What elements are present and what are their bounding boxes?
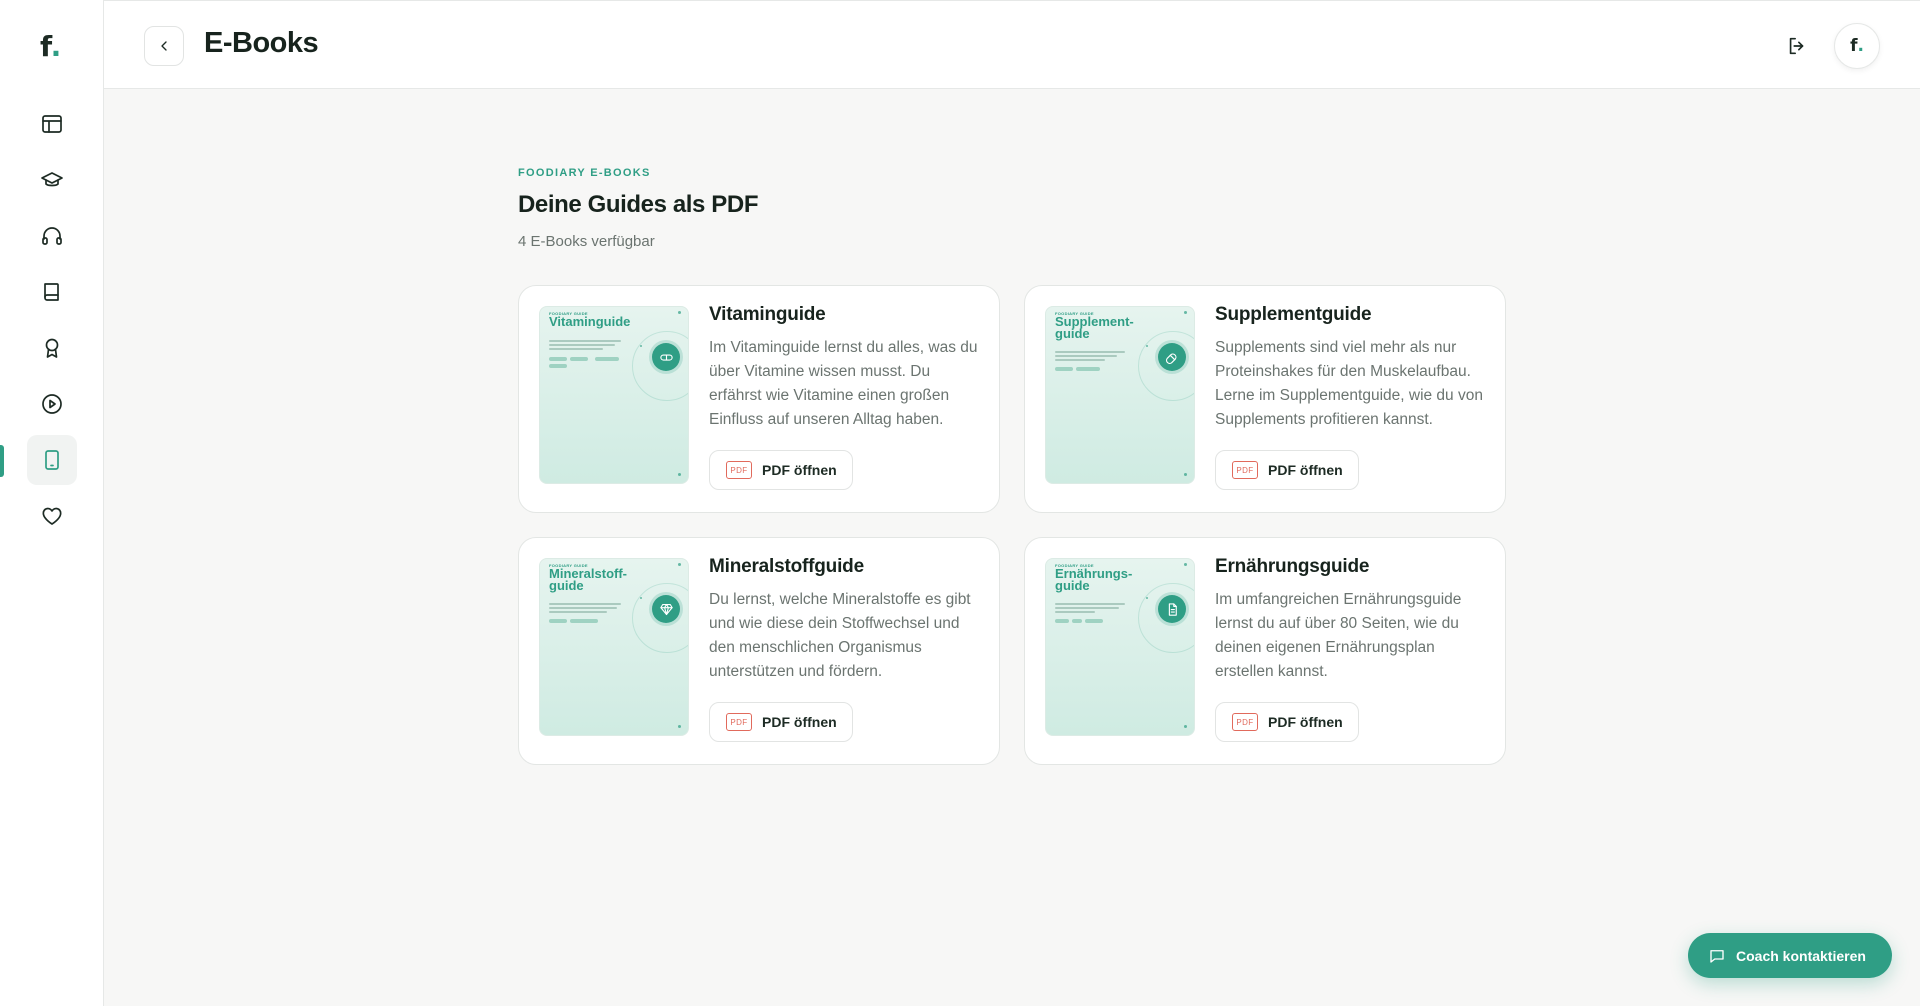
pill-icon (652, 343, 680, 371)
back-button[interactable] (144, 26, 184, 66)
ebook-cover[interactable]: FOODIARY GUIDE Ernährungs-guide (1045, 558, 1195, 736)
page-title: E-Books (204, 27, 319, 59)
graduation-cap-icon (41, 172, 63, 187)
open-pdf-label: PDF öffnen (762, 462, 837, 478)
ebook-cover[interactable]: FOODIARY GUIDE Supplement-guide (1045, 306, 1195, 484)
ebook-title: Supplementguide (1215, 304, 1372, 325)
pdf-icon: PDF (1232, 713, 1258, 731)
open-pdf-label: PDF öffnen (762, 714, 837, 730)
ebook-cover[interactable]: FOODIARY GUIDE Vitaminguide (539, 306, 689, 484)
sidebar-item-academy[interactable] (27, 155, 77, 205)
open-pdf-label: PDF öffnen (1268, 714, 1343, 730)
open-pdf-label: PDF öffnen (1268, 462, 1343, 478)
ebook-description: Im Vitaminguide lernst du alles, was du … (709, 339, 978, 428)
heart-icon (42, 507, 62, 525)
ebook-description: Du lernst, welche Mineralstoffe es gibt … (709, 591, 971, 680)
ebook-description: Im umfangreichen Ernährungsguide lernst … (1215, 591, 1462, 680)
open-pdf-button[interactable]: PDF PDF öffnen (1215, 450, 1359, 490)
sidebar-item-ebooks[interactable] (27, 435, 77, 485)
ebook-card-ernaehrungsguide: FOODIARY GUIDE Ernährungs-guide Ernährun… (1024, 537, 1506, 765)
pdf-icon: PDF (726, 713, 752, 731)
pdf-icon: PDF (1232, 461, 1258, 479)
sidebar: f. (0, 0, 104, 1006)
headphones-icon (42, 227, 62, 245)
cover-title: Mineralstoff-guide (549, 566, 627, 593)
open-pdf-button[interactable]: PDF PDF öffnen (709, 702, 853, 742)
cover-title: Vitaminguide (549, 314, 631, 329)
open-pdf-button[interactable]: PDF PDF öffnen (1215, 702, 1359, 742)
top-header: E-Books f. (104, 0, 1920, 89)
logout-icon (1789, 37, 1804, 55)
ebook-description: Supplements sind viel mehr als nur Prote… (1215, 339, 1483, 428)
book-icon (44, 283, 59, 301)
document-icon (1158, 595, 1186, 623)
sidebar-item-achievements[interactable] (27, 323, 77, 373)
sidebar-item-videos[interactable] (27, 379, 77, 429)
section-title: Deine Guides als PDF (518, 191, 759, 218)
ebook-title: Mineralstoffguide (709, 556, 864, 577)
sidebar-item-dashboard[interactable] (27, 99, 77, 149)
ebook-count: 4 E-Books verfügbar (518, 233, 655, 250)
ebook-card-vitaminguide: FOODIARY GUIDE Vitaminguide Vitaminguide… (518, 285, 1000, 513)
ebook-cover[interactable]: FOODIARY GUIDE Mineralstoff-guide (539, 558, 689, 736)
layout-icon (42, 115, 62, 133)
avatar[interactable]: f. (1834, 23, 1880, 69)
ebook-card-supplementguide: FOODIARY GUIDE Supplement-guide Suppleme… (1024, 285, 1506, 513)
ebook-title: Vitaminguide (709, 304, 826, 325)
app-logo[interactable]: f. (40, 30, 61, 63)
ebook-card-mineralstoffguide: FOODIARY GUIDE Mineralstoff-guide Minera… (518, 537, 1000, 765)
tablet-icon (45, 450, 59, 470)
gem-icon (652, 595, 680, 623)
sidebar-item-podcast[interactable] (27, 211, 77, 261)
chevron-left-icon (161, 41, 167, 51)
sidebar-item-favorites[interactable] (27, 491, 77, 541)
sidebar-item-recipes[interactable] (27, 267, 77, 317)
pdf-icon: PDF (726, 461, 752, 479)
cover-title: Supplement-guide (1055, 314, 1134, 341)
logout-button[interactable] (1782, 31, 1812, 61)
award-icon (45, 338, 59, 358)
play-circle-icon (42, 394, 62, 414)
chat-icon (1710, 949, 1724, 963)
cover-title: Ernährungs-guide (1055, 566, 1133, 593)
active-indicator (0, 445, 4, 477)
ebook-title: Ernährungsguide (1215, 556, 1370, 577)
capsule-icon (1158, 343, 1186, 371)
open-pdf-button[interactable]: PDF PDF öffnen (709, 450, 853, 490)
contact-coach-label: Coach kontaktieren (1736, 947, 1866, 964)
section-eyebrow: FOODIARY E-BOOKS (518, 167, 651, 179)
contact-coach-button[interactable]: Coach kontaktieren (1688, 933, 1892, 978)
